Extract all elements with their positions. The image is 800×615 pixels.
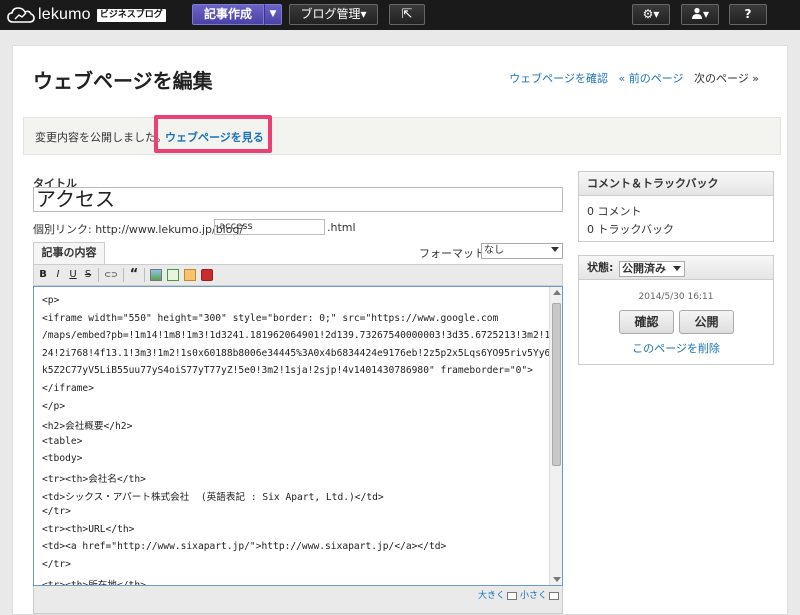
toolbar-divider xyxy=(144,268,145,282)
format-select[interactable]: なし xyxy=(481,243,563,259)
shrink-editor-label: 小さく xyxy=(520,591,548,601)
comments-panel: コメント＆トラックバック 0 コメント 0 トラックバック xyxy=(578,171,774,242)
editor-line: 24!2i768!4f13.1!3m3!1m2!1s0x60188b8006e3… xyxy=(42,347,563,359)
basename-input[interactable]: access xyxy=(214,219,325,235)
enlarge-editor-label: 大きく xyxy=(478,591,506,601)
publish-date: 2014/5/30 16:11 xyxy=(638,292,714,302)
insert-asset-icon[interactable] xyxy=(184,269,196,281)
editor-line: /maps/embed?pb=!1m14!1m8!1m3!1d3241.1819… xyxy=(42,330,563,342)
format-select-value: なし xyxy=(484,245,504,256)
enlarge-editor-button[interactable]: 大きく xyxy=(478,588,518,601)
trackback-count[interactable]: 0 トラックバック xyxy=(587,221,674,237)
user-icon xyxy=(691,7,702,19)
editor-line: <iframe width="550" height="300" style="… xyxy=(42,312,499,324)
editor-line: <tbody> xyxy=(42,453,83,465)
editor-line: <td><a href="http://www.sixapart.jp/">ht… xyxy=(42,541,447,553)
editor-line: </p> xyxy=(42,400,66,412)
chevron-down-icon xyxy=(673,266,681,271)
upload-file-icon[interactable] xyxy=(167,269,179,281)
shrink-icon xyxy=(549,591,560,600)
toolbar-divider xyxy=(123,268,124,282)
editor-line: </tr> xyxy=(42,559,71,570)
shrink-editor-button[interactable]: 小さく xyxy=(520,588,560,601)
underline-button[interactable]: U xyxy=(68,268,78,282)
scroll-up-icon[interactable] xyxy=(553,290,561,295)
scroll-down-icon[interactable] xyxy=(553,577,561,582)
next-page-link[interactable]: 次のページ » xyxy=(694,72,759,85)
notice-message: 変更内容を公開しました。 xyxy=(35,131,167,144)
toolbar-divider xyxy=(98,268,99,282)
quote-icon[interactable]: “ xyxy=(129,268,139,282)
prev-page-link[interactable]: « 前のページ xyxy=(618,72,683,85)
editor-line: <h2>会社概要</h2> xyxy=(42,421,133,433)
help-icon[interactable]: ? xyxy=(729,4,767,25)
status-panel-heading: 状態: 公開済み xyxy=(579,256,773,280)
editor-line: </iframe> xyxy=(42,383,94,394)
new-entry-button[interactable]: 記事作成 xyxy=(192,4,264,25)
user-menu-caret: ▾ xyxy=(702,7,710,21)
insert-image-icon[interactable] xyxy=(150,269,162,281)
editor-line: <p> xyxy=(42,295,60,306)
delete-page-link[interactable]: このページを削除 xyxy=(579,340,773,356)
editor-line: <tr><th>所在地</th> xyxy=(42,579,146,586)
status-panel: 状態: 公開済み 2014/5/30 16:11 確認 公開 このページを削除 xyxy=(578,255,774,365)
tab-content[interactable]: 記事の内容 xyxy=(33,242,105,264)
page-navigation: ウェブページを確認 « 前のページ 次のページ » xyxy=(509,70,759,86)
status-select-value: 公開済み xyxy=(622,262,666,275)
main-panel: ウェブページを編集 ウェブページを確認 « 前のページ 次のページ » 変更内容… xyxy=(12,45,788,615)
top-bar: lekumo ビジネスブログ 記事作成 ▼ ブログ管理▾ ⇱ ⚙▾ ▾ ? xyxy=(0,0,800,30)
bold-button[interactable]: B xyxy=(38,268,48,282)
cloud-icon xyxy=(7,7,35,23)
comment-count[interactable]: 0 コメント xyxy=(587,203,642,219)
scroll-thumb[interactable] xyxy=(552,303,561,466)
publish-button[interactable]: 公開 xyxy=(679,310,734,334)
format-label: フォーマット: xyxy=(419,247,489,260)
logo-text: lekumo xyxy=(38,6,91,23)
publish-notice: 変更内容を公開しました。 ウェブページを見る xyxy=(23,115,781,155)
editor-toolbar: B I U S ⊂⊃ “ xyxy=(33,264,563,286)
permalink-prefix: 個別リンク: http://www.lekumo.jp/blog/ xyxy=(33,223,244,236)
content-editor[interactable]: <p> <iframe width="550" height="300" styl… xyxy=(33,286,563,586)
enlarge-icon xyxy=(507,591,518,600)
strikethrough-button[interactable]: S xyxy=(83,268,93,282)
editor-line: k5Z2C77yV5LiB55uu77yS4oiS77yT77yZ!5e0!3m… xyxy=(42,365,533,377)
permalink-suffix: .html xyxy=(327,221,356,234)
italic-button[interactable]: I xyxy=(53,268,63,282)
delete-page-link-text: このページを削除 xyxy=(632,342,720,355)
editor-resize-bar: 大きく 小さく xyxy=(33,586,563,614)
status-label: 状態: xyxy=(587,261,614,274)
editor-line: <tr><th>会社名</th> xyxy=(42,474,146,485)
new-entry-button-group: 記事作成 ▼ xyxy=(192,4,282,25)
user-menu-button[interactable]: ▾ xyxy=(681,4,719,25)
view-webpage-link[interactable]: ウェブページを確認 xyxy=(509,72,608,85)
youtube-icon[interactable] xyxy=(201,269,213,281)
logo[interactable]: lekumo ビジネスブログ xyxy=(6,4,166,26)
view-webpage-notice-link[interactable]: ウェブページを見る xyxy=(165,129,264,145)
link-icon[interactable]: ⊂⊃ xyxy=(104,268,118,282)
title-input[interactable]: アクセス xyxy=(33,187,563,212)
chevron-down-icon[interactable]: ▼ xyxy=(264,4,282,25)
editor-line: <td>シックス・アパート株式会社 (英語表記 : Six Apart, Ltd… xyxy=(42,491,384,503)
status-select[interactable]: 公開済み xyxy=(619,261,685,277)
logo-badge: ビジネスブログ xyxy=(96,8,166,22)
external-link-icon[interactable]: ⇱ xyxy=(389,4,425,25)
editor-line: </tr> xyxy=(42,506,71,518)
confirm-button[interactable]: 確認 xyxy=(619,310,674,334)
settings-gear-icon[interactable]: ⚙▾ xyxy=(632,4,670,25)
editor-line: <table> xyxy=(42,435,83,447)
page-title: ウェブページを編集 xyxy=(33,69,213,93)
editor-scrollbar[interactable] xyxy=(549,287,562,585)
editor-line: <tr><th>URL</th> xyxy=(42,523,135,535)
blog-manage-button[interactable]: ブログ管理▾ xyxy=(289,4,378,25)
chevron-down-icon xyxy=(551,247,559,252)
comments-panel-heading: コメント＆トラックバック xyxy=(579,172,773,196)
